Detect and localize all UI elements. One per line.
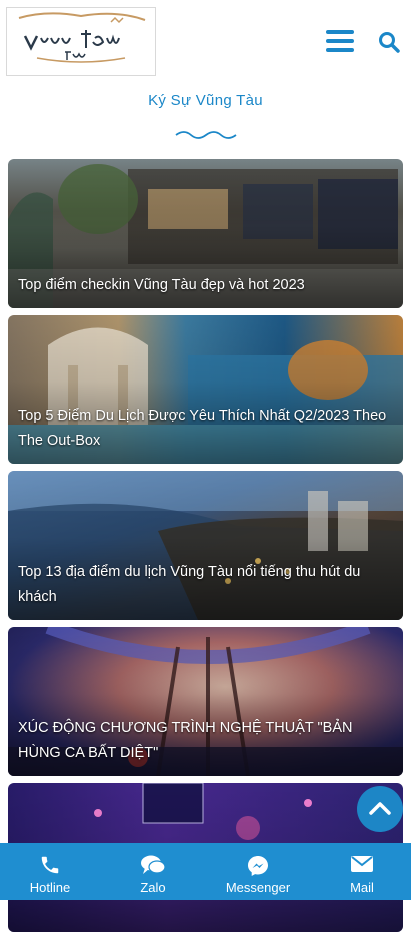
article-card[interactable]: Top điểm checkin Vũng Tàu đẹp và hot 202… [8, 159, 403, 308]
zalo-button[interactable]: Zalo [103, 843, 203, 900]
chat-icon [141, 855, 166, 874]
site-logo[interactable] [6, 7, 156, 76]
hotline-label: Hotline [29, 880, 71, 895]
bottom-contact-bar: Hotline Zalo Messenger Mail [0, 843, 411, 900]
article-card[interactable]: Top 5 Điểm Du Lịch Được Yêu Thích Nhất Q… [8, 315, 403, 464]
site-header [0, 0, 411, 84]
messenger-button[interactable]: Messenger [206, 843, 310, 900]
messenger-label: Messenger [225, 880, 291, 895]
messenger-icon [248, 856, 268, 876]
search-icon[interactable] [377, 30, 401, 54]
phone-icon [41, 856, 59, 874]
chevron-up-icon [369, 802, 391, 815]
hamburger-icon[interactable] [326, 30, 354, 54]
section-title: Ký Sự Vũng Tàu [148, 92, 263, 109]
logo-graphic [8, 9, 154, 74]
article-title[interactable]: Top điểm checkin Vũng Tàu đẹp và hot 202… [18, 273, 393, 298]
mail-icon [351, 856, 373, 872]
mail-label: Mail [350, 880, 374, 895]
article-list: Top điểm checkin Vũng Tàu đẹp và hot 202… [8, 159, 403, 939]
article-title[interactable]: Top 5 Điểm Du Lịch Được Yêu Thích Nhất Q… [18, 404, 393, 454]
wave-divider-icon [175, 131, 237, 139]
article-card[interactable]: XÚC ĐỘNG CHƯƠNG TRÌNH NGHỆ THUẬT "BẢN HÙ… [8, 627, 403, 776]
article-title[interactable]: Top 13 địa điểm du lịch Vũng Tàu nổi tiế… [18, 560, 393, 610]
article-card[interactable]: Top 13 địa điểm du lịch Vũng Tàu nổi tiế… [8, 471, 403, 620]
zalo-label: Zalo [140, 880, 166, 895]
hotline-button[interactable]: Hotline [0, 843, 100, 900]
mail-button[interactable]: Mail [313, 843, 411, 900]
article-title[interactable]: XÚC ĐỘNG CHƯƠNG TRÌNH NGHỆ THUẬT "BẢN HÙ… [18, 716, 393, 766]
scroll-to-top-button[interactable] [357, 786, 403, 832]
